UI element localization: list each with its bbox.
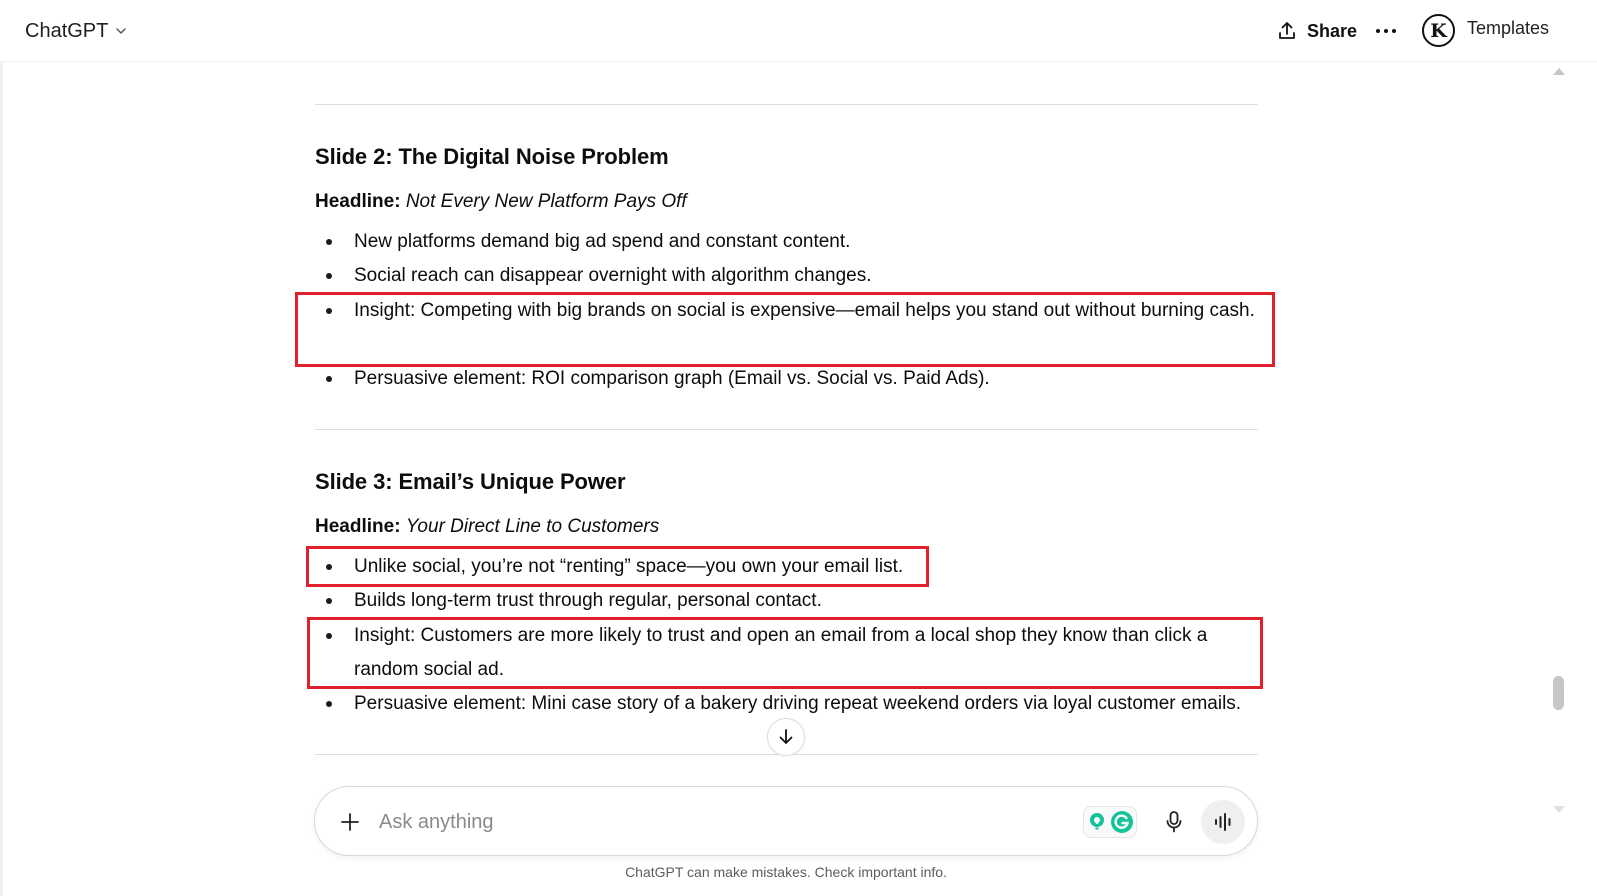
voice-mode-button[interactable] <box>1201 800 1245 844</box>
highlight-box <box>307 617 1263 689</box>
avatar-letter: K <box>1430 19 1447 42</box>
slide-title: Slide 2: The Digital Noise Problem <box>315 144 669 169</box>
list-item: Persuasive element: ROI comparison graph… <box>315 362 1258 396</box>
model-selector[interactable]: ChatGPT <box>18 14 135 48</box>
avatar[interactable]: K <box>1422 14 1455 47</box>
share-icon <box>1279 22 1295 39</box>
arrow-down-icon <box>779 729 793 744</box>
model-name: ChatGPT <box>25 19 109 42</box>
share-label: Share <box>1307 20 1358 41</box>
grammarly-icon <box>1110 811 1133 833</box>
divider <box>315 429 1258 430</box>
chevron-down-icon <box>116 28 127 34</box>
top-bar: ChatGPT Share K Templates <box>0 0 1597 62</box>
left-edge <box>0 0 3 896</box>
scroll-to-bottom-button[interactable] <box>767 718 805 756</box>
divider <box>315 104 1258 105</box>
composer <box>314 786 1258 856</box>
headline-text: Your Direct Line to Customers <box>405 516 660 537</box>
highlight-box <box>306 546 929 587</box>
more-options-button[interactable] <box>1368 16 1404 46</box>
extension-badges[interactable] <box>1083 806 1137 838</box>
share-button[interactable]: Share <box>1270 14 1363 48</box>
headline-label: Headline: <box>315 516 401 537</box>
scrollbar-down-arrow[interactable] <box>1553 806 1565 813</box>
disclaimer-text: ChatGPT can make mistakes. Check importa… <box>625 864 947 880</box>
highlight-box <box>295 292 1275 367</box>
headline-text: Not Every New Platform Pays Off <box>405 191 687 212</box>
list-item: Builds long-term trust through regular, … <box>315 584 1258 618</box>
dictate-button[interactable] <box>1157 805 1191 839</box>
slide-title: Slide 3: Email’s Unique Power <box>315 469 626 494</box>
scrollbar-up-arrow[interactable] <box>1553 68 1565 75</box>
templates-link[interactable]: Templates <box>1467 18 1549 39</box>
lightbulb-icon <box>1089 813 1104 830</box>
microphone-icon <box>1166 811 1182 833</box>
prompt-input[interactable] <box>379 805 1019 839</box>
list-item: Persuasive element: Mini case story of a… <box>315 687 1258 721</box>
scrollbar-thumb[interactable] <box>1553 676 1564 710</box>
attach-button[interactable] <box>335 807 365 837</box>
list-item: Social reach can disappear overnight wit… <box>315 259 1258 293</box>
list-item: New platforms demand big ad spend and co… <box>315 225 1258 259</box>
plus-icon <box>341 813 359 831</box>
waveform-icon <box>1215 813 1231 831</box>
ellipsis-icon <box>1376 29 1396 33</box>
slide-headline: Headline: Not Every New Platform Pays Of… <box>315 191 687 213</box>
slide-headline: Headline: Your Direct Line to Customers <box>315 516 659 538</box>
headline-label: Headline: <box>315 191 401 212</box>
